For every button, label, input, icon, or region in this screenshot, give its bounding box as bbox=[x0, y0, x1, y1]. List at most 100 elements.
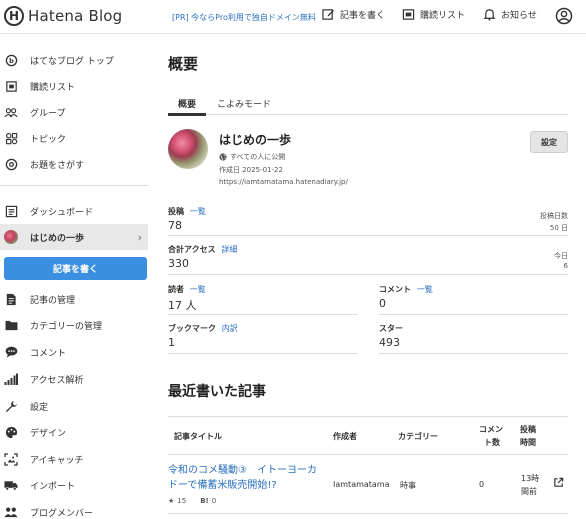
bar-chart-icon bbox=[4, 372, 18, 386]
write-article-button[interactable]: 記事を書く bbox=[4, 257, 147, 280]
sidebar-item-label: アクセス解析 bbox=[30, 375, 84, 386]
table-divider bbox=[168, 513, 568, 514]
write-article-label: 記事を書く bbox=[340, 11, 386, 21]
group-icon bbox=[4, 105, 18, 119]
topic-icon bbox=[4, 131, 18, 145]
members-icon bbox=[4, 505, 18, 519]
today-label: 今日 bbox=[554, 252, 568, 260]
bookmarks-breakdown-link[interactable]: 内訳 bbox=[222, 324, 238, 333]
hatena-icon: b bbox=[4, 53, 18, 67]
sidebar-item-label: ダッシュボード bbox=[30, 207, 94, 218]
sidebar-item-design[interactable]: デザイン bbox=[0, 419, 148, 445]
sidebar-item-label: 設定 bbox=[30, 402, 49, 413]
sidebar-item-dashboard[interactable]: ダッシュボード bbox=[0, 198, 148, 224]
article-bookmark-count: 0 bbox=[211, 497, 217, 505]
sidebar-item-blog-hajimeno-ippo[interactable]: はじめの一歩 › bbox=[0, 224, 148, 250]
bell-icon bbox=[483, 9, 496, 21]
sidebar-item-label: はじめの一歩 bbox=[30, 233, 85, 244]
promo-link[interactable]: [PR] 今ならPro利用で独自ドメイン無料 bbox=[172, 12, 316, 23]
wrench-icon bbox=[4, 399, 18, 413]
posts-label-text: 投稿 bbox=[168, 207, 184, 216]
sidebar-item-group[interactable]: グループ bbox=[0, 99, 148, 125]
svg-text:b: b bbox=[9, 56, 14, 64]
main-content: 概要 概要 こよみモード はじめの一歩 すべての人に公開 作成日 2025-01… bbox=[168, 35, 586, 519]
readers-label: 読者 一覧 bbox=[168, 284, 206, 295]
sidebar-divider bbox=[0, 185, 148, 186]
stat-divider bbox=[168, 274, 568, 275]
sidebar-item-label: トピック bbox=[30, 134, 67, 145]
subscription-icon bbox=[402, 9, 415, 20]
access-value: 330 bbox=[168, 257, 189, 270]
sidebar-item-access-analytics[interactable]: アクセス解析 bbox=[0, 366, 148, 392]
stat-divider bbox=[168, 235, 568, 236]
hatena-logo-mark: H bbox=[4, 6, 24, 26]
subscriptions-label: 購読リスト bbox=[420, 11, 466, 21]
article-comments-count: 0 bbox=[479, 480, 485, 489]
stars-value: 493 bbox=[379, 336, 400, 349]
comments-list-link[interactable]: 一覧 bbox=[417, 285, 433, 294]
tab-overview[interactable]: 概要 bbox=[178, 97, 196, 110]
readers-value: 17 人 bbox=[168, 299, 197, 312]
top-header: H Hatena Blog [PR] 今ならPro利用で独自ドメイン無料 記事を… bbox=[0, 0, 586, 34]
user-menu-icon[interactable] bbox=[555, 7, 573, 28]
write-article-link[interactable]: 記事を書く bbox=[322, 8, 385, 21]
posts-value: 78 bbox=[168, 219, 182, 232]
notifications-link[interactable]: お知らせ bbox=[483, 8, 537, 21]
access-label: 合計アクセス 詳細 bbox=[168, 244, 237, 255]
today-value: 6 bbox=[563, 262, 568, 270]
blog-title[interactable]: はじめの一歩 bbox=[219, 131, 291, 148]
palette-icon bbox=[4, 425, 18, 439]
sidebar-item-settings[interactable]: 設定 bbox=[0, 393, 148, 419]
article-meta: ★ 15 B! 0 bbox=[168, 497, 216, 505]
readers-list-link[interactable]: 一覧 bbox=[190, 285, 206, 294]
bookmark-icon: B! bbox=[200, 497, 209, 505]
sidebar-item-manage-categories[interactable]: カテゴリーの管理 bbox=[0, 312, 148, 338]
comment-icon bbox=[4, 345, 18, 359]
access-detail-link[interactable]: 詳細 bbox=[221, 245, 237, 254]
table-divider bbox=[168, 416, 568, 417]
blog-avatar[interactable] bbox=[168, 129, 208, 169]
pen-icon bbox=[322, 9, 335, 20]
column-header-comments-2: ト数 bbox=[484, 438, 500, 447]
sidebar-item-label: 購読リスト bbox=[30, 82, 76, 93]
sidebar-item-label: はてなブログ トップ bbox=[30, 56, 114, 67]
sidebar-item-label: コメント bbox=[30, 348, 67, 359]
document-icon bbox=[4, 292, 18, 306]
article-posted-time-1: 13時 bbox=[521, 474, 540, 483]
external-link-icon[interactable] bbox=[553, 477, 564, 490]
blog-visibility: すべての人に公開 bbox=[219, 152, 285, 162]
sidebar-item-label: お題をさがす bbox=[30, 160, 85, 171]
sidebar-item-comments[interactable]: コメント bbox=[0, 339, 148, 365]
sidebar-item-import[interactable]: インポート bbox=[0, 472, 148, 498]
sidebar-item-manage-articles[interactable]: 記事の管理 bbox=[0, 286, 148, 312]
stat-divider bbox=[379, 353, 568, 354]
stat-divider bbox=[168, 353, 358, 354]
table-divider bbox=[168, 454, 568, 455]
sidebar-item-hatena-top[interactable]: b はてなブログ トップ bbox=[0, 47, 148, 73]
posts-list-link[interactable]: 一覧 bbox=[190, 207, 206, 216]
readers-label-text: 読者 bbox=[168, 285, 184, 294]
article-title-link[interactable]: 令和のコメ騒動③ イトーヨーカドーで備蓄米販売開始!? bbox=[168, 463, 324, 493]
sidebar-item-blog-members[interactable]: ブログメンバー bbox=[0, 499, 148, 519]
bookmarks-value: 1 bbox=[168, 336, 175, 349]
sidebar-item-label: グループ bbox=[30, 108, 66, 119]
bookmarks-label-text: ブックマーク bbox=[168, 324, 216, 333]
comments-value: 0 bbox=[379, 297, 386, 310]
active-tab-indicator bbox=[168, 113, 206, 116]
hatena-blog-logo[interactable]: H Hatena Blog bbox=[4, 6, 122, 26]
sidebar-item-subscriptions[interactable]: 購読リスト bbox=[0, 73, 148, 99]
sidebar-item-eyecatch[interactable]: アイキャッチ bbox=[0, 446, 148, 472]
blog-settings-button[interactable]: 設定 bbox=[530, 131, 568, 153]
sidebar-item-topic[interactable]: トピック bbox=[0, 125, 148, 151]
blog-url[interactable]: https://iamtamatama.hatenadiary.jp/ bbox=[219, 178, 348, 186]
star-icon: ★ bbox=[168, 497, 175, 505]
subscriptions-link[interactable]: 購読リスト bbox=[402, 8, 465, 21]
column-header-category: カテゴリー bbox=[398, 432, 438, 441]
notifications-label: お知らせ bbox=[501, 11, 537, 21]
tab-calendar-mode[interactable]: こよみモード bbox=[217, 97, 271, 110]
article-category: 時事 bbox=[400, 481, 416, 490]
column-header-title: 記事タイトル bbox=[174, 432, 222, 441]
sidebar: b はてなブログ トップ 購読リスト グループ トピック お題をさがす ダッシュ… bbox=[0, 35, 156, 519]
comments-label: コメント 一覧 bbox=[379, 284, 433, 295]
sidebar-item-find-topic[interactable]: お題をさがす bbox=[0, 151, 148, 177]
